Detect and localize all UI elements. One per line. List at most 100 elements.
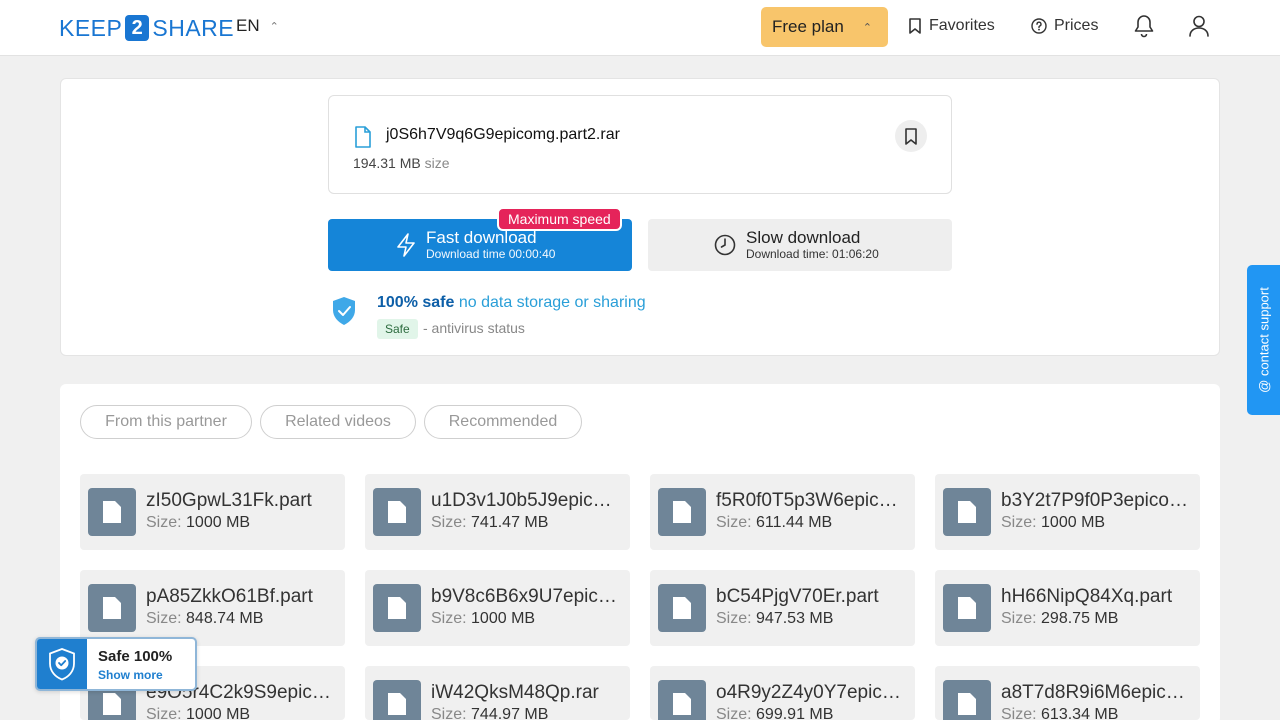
size-label: Size: xyxy=(716,514,752,531)
show-more-link[interactable]: Show more xyxy=(98,668,163,682)
size-value: 699.91 MB xyxy=(756,706,834,720)
size-value: 744.97 MB xyxy=(471,706,549,720)
slow-download-time: Download time: 01:06:20 xyxy=(746,247,879,261)
file-info-box: j0S6h7V9q6G9epicomg.part2.rar 194.31 MB … xyxy=(328,95,952,194)
file-tile[interactable]: b9V8c6B6x9U7epicomg Size: 1000 MB xyxy=(365,570,630,646)
safety-headline: 100% safe no data storage or sharing xyxy=(377,294,646,312)
language-selector[interactable]: EN ⌃ xyxy=(236,16,279,36)
file-size-value: 194.31 MB xyxy=(353,155,421,171)
file-tile-name: iW42QksM48Qp.rar xyxy=(431,682,599,703)
file-tile-size: Size: 744.97 MB xyxy=(431,706,548,720)
file-tile-size: Size: 947.53 MB xyxy=(716,610,833,628)
file-tile[interactable]: b3Y2t7P9f0P3epicomg Size: 1000 MB xyxy=(935,474,1200,550)
chevron-up-icon: ⌃ xyxy=(862,21,872,34)
size-label: Size: xyxy=(431,514,467,531)
file-icon xyxy=(943,488,991,536)
file-tile-size: Size: 1000 MB xyxy=(431,610,535,628)
file-tile-name: u1D3v1J0b5J9epicomg xyxy=(431,490,619,511)
file-tile[interactable]: a8T7d8R9i6M6epicomg Size: 613.34 MB xyxy=(935,666,1200,720)
size-label: Size: xyxy=(1001,610,1037,627)
slow-download-button[interactable]: Slow download Download time: 01:06:20 xyxy=(648,219,952,271)
file-tile-size: Size: 741.47 MB xyxy=(431,514,548,532)
size-label: Size: xyxy=(146,514,182,531)
safe-widget-title: Safe 100% xyxy=(98,648,173,665)
keep2share-logo[interactable]: KEEP 2 SHARE xyxy=(59,14,234,42)
bell-icon[interactable] xyxy=(1133,14,1155,38)
file-icon xyxy=(658,488,706,536)
file-icon xyxy=(658,680,706,720)
file-tile[interactable]: pA85ZkkO61Bf.part Size: 848.74 MB xyxy=(80,570,345,646)
size-label: Size: xyxy=(431,706,467,720)
tab-from-this-partner[interactable]: From this partner xyxy=(80,405,252,439)
favorites-label: Favorites xyxy=(929,17,995,34)
user-icon[interactable] xyxy=(1188,14,1210,38)
prices-link[interactable]: Prices xyxy=(1031,17,1098,35)
size-label: Size: xyxy=(1001,514,1037,531)
file-tile-name: pA85ZkkO61Bf.part xyxy=(146,586,313,607)
file-size-label: size xyxy=(424,155,450,171)
contact-support-label: @ contact support xyxy=(1256,287,1271,393)
logo-number-badge: 2 xyxy=(125,15,150,41)
free-plan-button[interactable]: Free plan ⌃ xyxy=(761,7,888,47)
file-tile-name: f5R0f0T5p3W6epicomg xyxy=(716,490,904,511)
file-tile-name: zI50GpwL31Fk.part xyxy=(146,490,312,511)
safety-headline-rest: no data storage or sharing xyxy=(458,294,646,311)
size-label: Size: xyxy=(146,610,182,627)
tab-recommended[interactable]: Recommended xyxy=(424,405,582,439)
file-tile-size: Size: 1000 MB xyxy=(146,706,250,720)
file-icon xyxy=(355,126,371,148)
size-value: 613.34 MB xyxy=(1041,706,1119,720)
tab-related-videos[interactable]: Related videos xyxy=(260,405,416,439)
bookmark-icon xyxy=(909,18,921,34)
file-tile-name: b3Y2t7P9f0P3epicomg xyxy=(1001,490,1189,511)
size-label: Size: xyxy=(716,610,752,627)
file-tile-size: Size: 699.91 MB xyxy=(716,706,833,720)
file-icon xyxy=(373,680,421,720)
safety-headline-bold: 100% safe xyxy=(377,294,455,311)
file-tile[interactable]: bC54PjgV70Er.part Size: 947.53 MB xyxy=(650,570,915,646)
size-value: 298.75 MB xyxy=(1041,610,1119,627)
file-name: j0S6h7V9q6G9epicomg.part2.rar xyxy=(386,126,620,143)
file-icon xyxy=(373,584,421,632)
file-tile-size: Size: 611.44 MB xyxy=(716,514,832,532)
add-to-favorites-button[interactable] xyxy=(895,120,927,152)
file-icon xyxy=(373,488,421,536)
file-tile-name: hH66NipQ84Xq.part xyxy=(1001,586,1173,607)
file-tile[interactable]: hH66NipQ84Xq.part Size: 298.75 MB xyxy=(935,570,1200,646)
size-value: 1000 MB xyxy=(471,610,536,627)
size-value: 1000 MB xyxy=(186,706,251,720)
file-tile-size: Size: 1000 MB xyxy=(146,514,250,532)
file-tile[interactable]: o4R9y2Z4y0Y7epicomg Size: 699.91 MB xyxy=(650,666,915,720)
contact-support-tab[interactable]: @ contact support xyxy=(1247,265,1280,415)
size-value: 1000 MB xyxy=(186,514,251,531)
file-tile[interactable]: u1D3v1J0b5J9epicomg Size: 741.47 MB xyxy=(365,474,630,550)
file-tile-size: Size: 848.74 MB xyxy=(146,610,263,628)
bookmark-icon xyxy=(905,127,917,145)
size-label: Size: xyxy=(146,706,182,720)
file-tile-size: Size: 298.75 MB xyxy=(1001,610,1118,628)
file-tile-name: b9V8c6B6x9U7epicomg xyxy=(431,586,619,607)
size-label: Size: xyxy=(1001,706,1037,720)
file-size: 194.31 MB size xyxy=(353,155,450,171)
favorites-link[interactable]: Favorites xyxy=(908,17,995,35)
file-icon xyxy=(658,584,706,632)
clock-icon xyxy=(714,234,736,256)
file-tile-size: Size: 613.34 MB xyxy=(1001,706,1118,720)
question-circle-icon xyxy=(1031,18,1047,34)
size-value: 848.74 MB xyxy=(186,610,264,627)
size-value: 611.44 MB xyxy=(756,514,833,531)
file-tile-name: a8T7d8R9i6M6epicomg xyxy=(1001,682,1189,703)
prices-label: Prices xyxy=(1054,17,1099,34)
top-header: KEEP 2 SHARE EN ⌃ Free plan ⌃ Favorites Pr… xyxy=(0,0,1280,56)
safe-badge-widget[interactable]: Safe 100% Show more xyxy=(35,637,197,691)
file-icon xyxy=(88,488,136,536)
file-tile[interactable]: iW42QksM48Qp.rar Size: 744.97 MB xyxy=(365,666,630,720)
file-tile[interactable]: f5R0f0T5p3W6epicomg Size: 611.44 MB xyxy=(650,474,915,550)
file-tile[interactable]: zI50GpwL31Fk.part Size: 1000 MB xyxy=(80,474,345,550)
chevron-up-icon: ⌃ xyxy=(269,20,279,33)
file-icon xyxy=(943,584,991,632)
size-value: 1000 MB xyxy=(1041,514,1106,531)
size-label: Size: xyxy=(716,706,752,720)
antivirus-safe-tag: Safe xyxy=(377,319,418,339)
file-icon xyxy=(88,584,136,632)
